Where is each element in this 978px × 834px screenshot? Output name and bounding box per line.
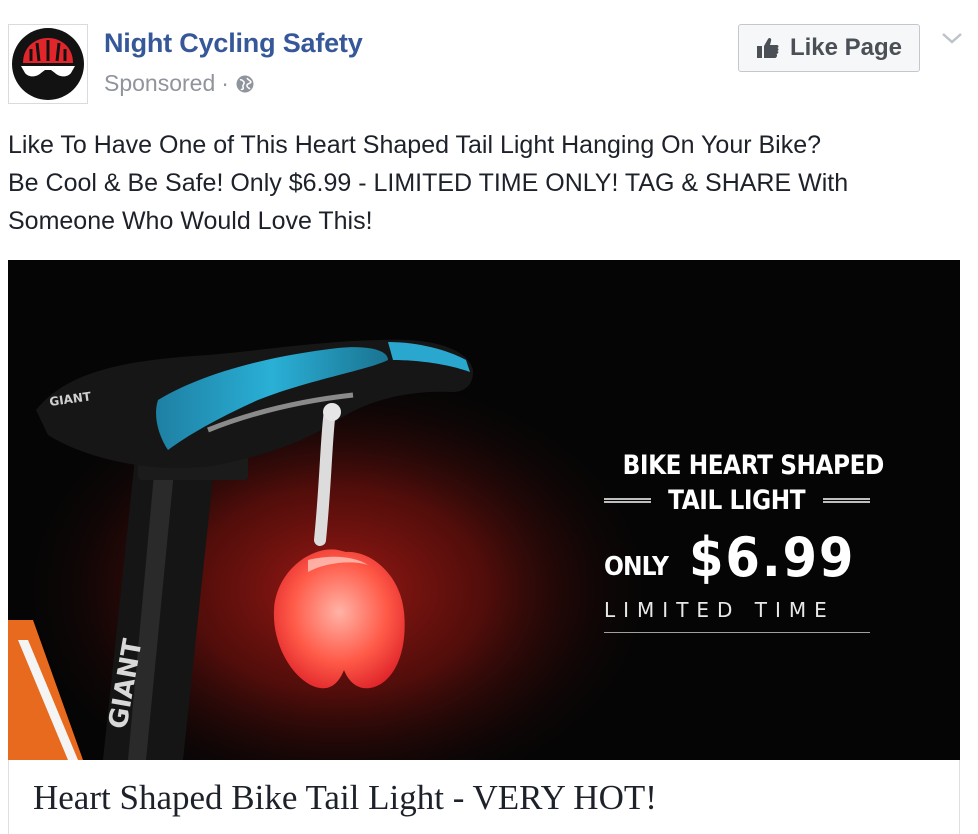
promo-rule-right <box>822 498 871 503</box>
price-row: ONLY $6.99 <box>604 530 870 586</box>
post-body-line: Like To Have One of This Heart Shaped Ta… <box>8 131 822 159</box>
promo-title: BIKE HEART SHAPED <box>622 450 885 481</box>
ad-image[interactable]: GIANT GIANT BIKE HEART SHAPED TAIL LIGHT… <box>8 260 960 760</box>
like-page-label: Like Page <box>789 34 903 61</box>
sponsored-row: Sponsored · <box>104 70 255 97</box>
page-name-link[interactable]: Night Cycling Safety <box>104 28 363 59</box>
meta-separator: · <box>221 70 229 96</box>
limited-time-label: LIMITED TIME <box>604 598 870 633</box>
sponsored-label[interactable]: Sponsored <box>104 70 215 97</box>
promo-overlay: BIKE HEART SHAPED TAIL LIGHT ONLY $6.99 … <box>604 450 885 633</box>
post-header: Night Cycling Safety Sponsored · Like Pa… <box>0 0 978 110</box>
link-title[interactable]: Heart Shaped Bike Tail Light - VERY HOT! <box>33 778 657 818</box>
post-body-line: Someone Who Would Love This! <box>8 207 373 235</box>
thumbs-up-icon <box>756 37 779 58</box>
price-tag: $6.99 <box>689 526 856 589</box>
promo-rule-left <box>604 498 652 503</box>
promo-subtitle: TAIL LIGHT <box>668 485 806 516</box>
page-avatar[interactable] <box>8 24 88 104</box>
post-body-line: Be Cool & Be Safe! Only $6.99 - LIMITED … <box>8 169 849 197</box>
like-page-button[interactable]: Like Page <box>738 24 920 72</box>
chevron-down-icon[interactable] <box>940 30 964 46</box>
globe-icon[interactable] <box>235 74 255 94</box>
only-label: ONLY <box>604 552 669 582</box>
link-caption[interactable]: Heart Shaped Bike Tail Light - VERY HOT! <box>8 760 960 834</box>
promo-subtitle-row: TAIL LIGHT <box>604 485 871 516</box>
post-body-text: Like To Have One of This Heart Shaped Ta… <box>8 126 970 240</box>
cycling-helmet-logo-icon <box>12 28 84 100</box>
